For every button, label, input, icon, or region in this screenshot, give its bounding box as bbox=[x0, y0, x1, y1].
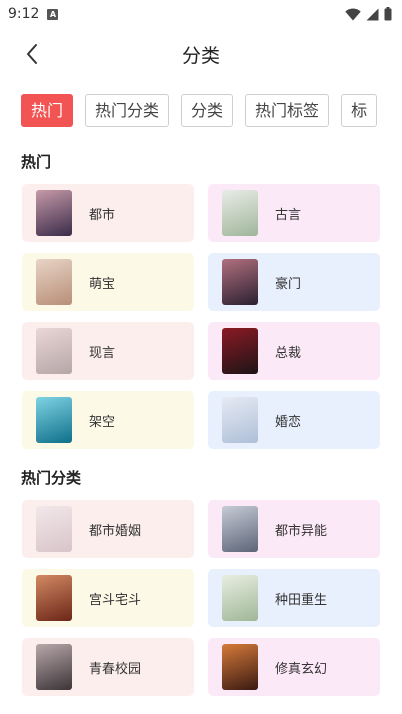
category-card[interactable]: 架空 bbox=[22, 391, 194, 449]
chevron-left-icon bbox=[27, 44, 37, 64]
back-button[interactable] bbox=[18, 40, 46, 68]
category-label: 都市婚姻 bbox=[89, 523, 142, 539]
category-label: 萌宝 bbox=[89, 276, 116, 292]
status-bar: 9:12 A bbox=[0, 0, 402, 28]
signal-icon bbox=[366, 8, 379, 20]
category-card[interactable]: 宫斗宅斗 bbox=[22, 569, 194, 627]
category-label: 宫斗宅斗 bbox=[89, 592, 142, 608]
category-card[interactable]: 都市 bbox=[22, 184, 194, 242]
category-label: 都市 bbox=[89, 207, 116, 223]
category-cover-image bbox=[36, 644, 72, 690]
category-card[interactable]: 婚恋 bbox=[208, 391, 380, 449]
tab-categories[interactable]: 分类 bbox=[181, 94, 234, 127]
category-card[interactable]: 总裁 bbox=[208, 322, 380, 380]
category-grid-hot-categories: 都市婚姻 都市异能宫斗宅斗 种田重生青春校园 修真玄幻 bbox=[0, 500, 402, 696]
category-label: 古言 bbox=[275, 207, 302, 223]
notification-a-icon: A bbox=[47, 8, 59, 20]
category-cover-image bbox=[222, 575, 258, 621]
category-label: 豪门 bbox=[275, 276, 302, 292]
category-card[interactable]: 青春校园 bbox=[22, 638, 194, 696]
status-time: 9:12 bbox=[8, 6, 40, 22]
category-cover-image bbox=[36, 259, 72, 305]
category-cover-image bbox=[36, 575, 72, 621]
category-card[interactable]: 萌宝 bbox=[22, 253, 194, 311]
category-card[interactable]: 种田重生 bbox=[208, 569, 380, 627]
tab-tags[interactable]: 标 bbox=[341, 94, 378, 127]
category-card[interactable]: 都市异能 bbox=[208, 500, 380, 558]
category-grid-hot: 都市 古言萌宝 豪门现言 总裁架空 婚恋 bbox=[0, 184, 402, 449]
category-card[interactable]: 修真玄幻 bbox=[208, 638, 380, 696]
category-label: 总裁 bbox=[275, 345, 302, 361]
category-cover-image bbox=[222, 259, 258, 305]
category-card[interactable]: 现言 bbox=[22, 322, 194, 380]
category-card[interactable]: 古言 bbox=[208, 184, 380, 242]
page-title: 分类 bbox=[181, 44, 220, 67]
category-cover-image bbox=[222, 397, 258, 443]
category-label: 都市异能 bbox=[275, 523, 328, 539]
tab-hot-categories[interactable]: 热门分类 bbox=[85, 94, 170, 127]
category-label: 婚恋 bbox=[275, 414, 302, 430]
category-cover-image bbox=[222, 328, 258, 374]
category-cover-image bbox=[222, 190, 258, 236]
battery-icon bbox=[384, 7, 392, 21]
category-label: 种田重生 bbox=[275, 592, 328, 608]
category-label: 架空 bbox=[89, 414, 116, 430]
section-title-hot: 热门 bbox=[21, 153, 52, 171]
section-title-hot-categories: 热门分类 bbox=[21, 469, 82, 487]
category-cover-image bbox=[36, 190, 72, 236]
tab-hot-tags[interactable]: 热门标签 bbox=[245, 94, 330, 127]
category-tabs: 热门 热门分类 分类 热门标签 标 bbox=[0, 94, 402, 128]
header: 分类 bbox=[0, 28, 402, 80]
category-cover-image bbox=[222, 506, 258, 552]
category-card[interactable]: 豪门 bbox=[208, 253, 380, 311]
category-label: 青春校园 bbox=[89, 661, 142, 677]
category-card[interactable]: 都市婚姻 bbox=[22, 500, 194, 558]
category-cover-image bbox=[36, 397, 72, 443]
category-cover-image bbox=[36, 328, 72, 374]
category-label: 修真玄幻 bbox=[275, 661, 328, 677]
category-label: 现言 bbox=[89, 345, 116, 361]
category-cover-image bbox=[36, 506, 72, 552]
wifi-icon bbox=[345, 7, 361, 20]
tab-hot[interactable]: 热门 bbox=[21, 94, 74, 127]
category-cover-image bbox=[222, 644, 258, 690]
